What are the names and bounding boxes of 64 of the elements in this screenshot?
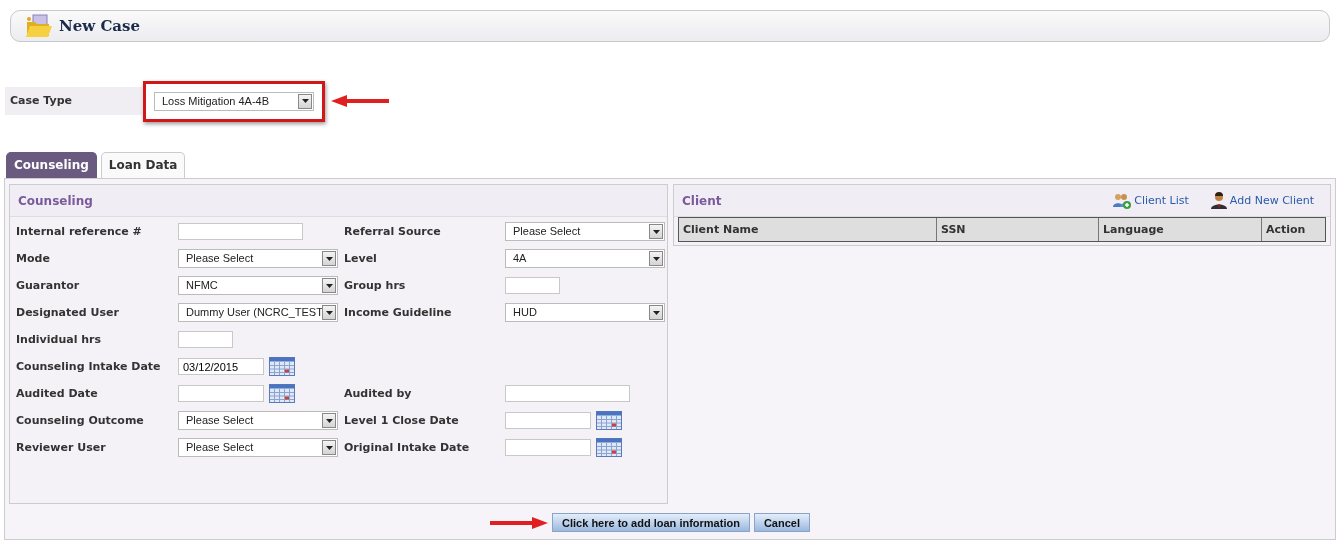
calendar-icon[interactable] [596, 411, 622, 430]
caret-icon [322, 440, 336, 455]
people-icon [1113, 192, 1132, 209]
field-label: Guarantor [16, 279, 81, 292]
field-label: Original Intake Date [344, 441, 471, 454]
field-label: Reviewer User [16, 441, 107, 454]
section-title: Client [682, 193, 722, 208]
column-header: SSN [937, 218, 1099, 241]
arrow-icon [331, 95, 391, 107]
field-label: Case Type [5, 87, 142, 115]
caret-icon [322, 278, 336, 293]
calendar-icon[interactable] [269, 357, 295, 376]
dropdown[interactable]: Loss Mitigation 4A-4B [154, 91, 314, 111]
field-label: Referral Source [344, 225, 442, 238]
caret-icon [298, 93, 312, 109]
link[interactable]: Add New Client [1210, 192, 1314, 209]
date-field[interactable] [505, 412, 591, 429]
caret-icon [322, 413, 336, 428]
button[interactable]: Click here to add loan information [552, 513, 750, 532]
dropdown[interactable]: Dummy User (NCRC_TEST [178, 303, 338, 322]
input-field[interactable] [178, 331, 233, 348]
field-label: Group hrs [344, 279, 407, 292]
input-field[interactable] [505, 277, 560, 294]
tab[interactable]: Counseling [6, 152, 97, 178]
field-label: Level [344, 252, 378, 265]
caret-icon [649, 251, 663, 266]
field-label: Mode [16, 252, 51, 265]
date-field[interactable] [505, 439, 591, 456]
input-field[interactable] [178, 223, 303, 240]
field-label: Audited Date [16, 387, 99, 400]
button[interactable]: Cancel [753, 513, 810, 532]
page-title: New Case [59, 17, 141, 35]
column-header: Language [1099, 218, 1262, 241]
field-label: Internal reference # [16, 225, 143, 238]
date-field[interactable]: 03/12/2015 [178, 358, 264, 375]
dropdown[interactable]: Please Select [178, 249, 338, 268]
field-label: Audited by [344, 387, 413, 400]
caret-icon [649, 305, 663, 320]
link[interactable]: Client List [1113, 192, 1189, 209]
section-title: Counseling [18, 193, 93, 208]
person-icon [1210, 192, 1227, 209]
dropdown[interactable]: HUD [505, 303, 665, 322]
field-label: Counseling Outcome [16, 414, 145, 427]
dropdown[interactable]: Please Select [505, 222, 665, 241]
column-header: Client Name [679, 218, 937, 241]
caret-icon [649, 224, 663, 239]
field-label: Income Guideline [344, 306, 453, 319]
caret-icon [322, 305, 336, 320]
field-label: Designated User [16, 306, 120, 319]
folder-icon [25, 14, 53, 38]
dropdown[interactable]: NFMC [178, 276, 338, 295]
input-field[interactable] [505, 385, 630, 402]
field-label: Individual hrs [16, 333, 103, 346]
column-header: Action [1262, 218, 1325, 241]
calendar-icon[interactable] [596, 438, 622, 457]
dropdown[interactable]: Please Select [178, 411, 338, 430]
dropdown[interactable]: Please Select [178, 438, 338, 457]
dropdown[interactable]: 4A [505, 249, 665, 268]
calendar-icon[interactable] [269, 384, 295, 403]
date-field[interactable] [178, 385, 264, 402]
caret-icon [322, 251, 336, 266]
field-label: Counseling Intake Date [16, 360, 162, 373]
tab[interactable]: Loan Data [100, 152, 186, 178]
field-label: Level 1 Close Date [344, 414, 460, 427]
